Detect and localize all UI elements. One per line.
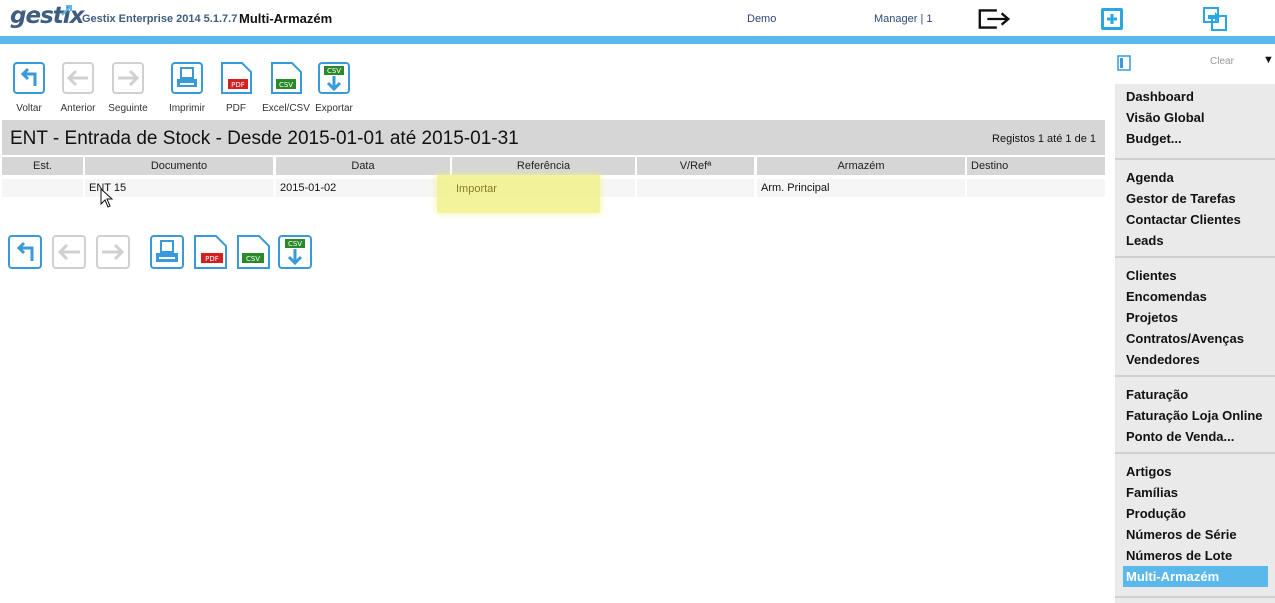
menu-group-sales: Clientes Encomendas Projetos Contratos/A… xyxy=(1115,256,1275,370)
previous-button[interactable]: Anterior xyxy=(54,62,102,114)
next-button[interactable]: Seguinte xyxy=(104,62,152,114)
sidebar-item-familias[interactable]: Famílias xyxy=(1115,482,1275,503)
sidebar-item-vendedores[interactable]: Vendedores xyxy=(1115,349,1275,370)
app-name: Gestix Enterprise 2014 5.1.7.7 xyxy=(82,13,238,25)
sidebar-item-dashboard[interactable]: Dashboard xyxy=(1115,86,1275,107)
menu-group-inventory: Artigos Famílias Produção Números de Sér… xyxy=(1115,452,1275,587)
next-arrow-icon[interactable] xyxy=(96,235,130,269)
column-header-armazem[interactable]: Armazém xyxy=(757,157,965,175)
svg-text:CSV: CSV xyxy=(279,81,293,89)
sidebar-item-producao[interactable]: Produção xyxy=(1115,503,1275,524)
menu-group-divider xyxy=(1115,596,1275,598)
menu-group-billing: Faturação Faturação Loja Online Ponto de… xyxy=(1115,375,1275,447)
svg-text:PDF: PDF xyxy=(205,255,219,263)
sidebar-item-projetos[interactable]: Projetos xyxy=(1115,307,1275,328)
cell-vref xyxy=(637,179,754,197)
report-title-bar: ENT - Entrada de Stock - Desde 2015-01-0… xyxy=(2,120,1105,155)
sidebar-item-encomendas[interactable]: Encomendas xyxy=(1115,286,1275,307)
header-accent-band xyxy=(0,36,1275,44)
column-header-est[interactable]: Est. xyxy=(2,157,83,175)
export-download-icon: CSV xyxy=(318,62,350,94)
mouse-pointer-icon xyxy=(100,188,114,208)
cell-armazem: Arm. Principal xyxy=(757,179,965,197)
column-header-referencia[interactable]: Referência xyxy=(452,157,635,175)
top-bar: gestix Gestix Enterprise 2014 5.1.7.7 Mu… xyxy=(0,0,1275,36)
svg-text:CSV: CSV xyxy=(246,255,260,263)
sidebar-item-multi-armazem[interactable]: Multi-Armazém xyxy=(1123,566,1268,587)
user-info[interactable]: Manager | 1 xyxy=(874,13,933,25)
csv-file-icon[interactable]: CSV xyxy=(236,235,270,269)
sidebar-item-leads[interactable]: Leads xyxy=(1115,230,1275,251)
export-button[interactable]: CSV Exportar xyxy=(310,62,358,114)
referencia-value: Importar xyxy=(456,183,497,195)
print-label: Imprimir xyxy=(168,103,206,114)
svg-text:CSV: CSV xyxy=(327,67,341,75)
new-window-icon[interactable] xyxy=(1094,5,1130,33)
cell-data: 2015-01-02 xyxy=(276,179,450,197)
sidebar-controls: Clear ▼ xyxy=(1115,52,1275,76)
excel-csv-label: Excel/CSV xyxy=(262,103,310,114)
next-label: Seguinte xyxy=(108,103,148,114)
panel-toggle-icon[interactable] xyxy=(1117,55,1131,71)
sidebar-item-numeros-lote[interactable]: Números de Lote xyxy=(1115,545,1275,566)
sidebar-item-agenda[interactable]: Agenda xyxy=(1115,167,1275,188)
sidebar-item-gestor-tarefas[interactable]: Gestor de Tarefas xyxy=(1115,188,1275,209)
previous-arrow-icon[interactable] xyxy=(52,235,86,269)
sidebar-item-visao-global[interactable]: Visão Global xyxy=(1115,107,1275,128)
back-arrow-icon xyxy=(13,62,45,94)
sidebar-item-ponto-venda[interactable]: Ponto de Venda... xyxy=(1115,426,1275,447)
menu-group-crm: Agenda Gestor de Tarefas Contactar Clien… xyxy=(1115,158,1275,251)
pdf-label: PDF xyxy=(226,103,246,114)
printer-icon[interactable] xyxy=(150,235,184,269)
print-button[interactable]: Imprimir xyxy=(163,62,211,114)
export-download-icon[interactable]: CSV xyxy=(278,235,312,269)
records-count: Registos 1 até 1 de 1 xyxy=(992,133,1096,145)
report-title: ENT - Entrada de Stock - Desde 2015-01-0… xyxy=(10,128,519,149)
sidebar-item-budget[interactable]: Budget... xyxy=(1115,128,1275,149)
pdf-file-icon: PDF xyxy=(221,62,252,94)
refresh-window-icon[interactable] xyxy=(1197,5,1233,33)
csv-file-icon: CSV xyxy=(271,62,302,94)
company-name[interactable]: Demo xyxy=(747,13,776,25)
chevron-down-icon[interactable]: ▼ xyxy=(1263,54,1274,66)
back-button[interactable]: Voltar xyxy=(5,62,53,114)
logo-arrow-icon xyxy=(61,5,72,16)
pdf-button[interactable]: PDF PDF xyxy=(212,62,260,114)
previous-arrow-icon xyxy=(62,62,94,94)
cell-est xyxy=(2,179,83,197)
column-header-destino[interactable]: Destino xyxy=(967,157,1105,175)
sidebar-item-contactar-clientes[interactable]: Contactar Clientes xyxy=(1115,209,1275,230)
printer-icon xyxy=(171,62,203,94)
module-name: Multi-Armazém xyxy=(239,11,333,26)
sidebar-item-clientes[interactable]: Clientes xyxy=(1115,265,1275,286)
column-header-vref[interactable]: V/Refª xyxy=(637,157,754,175)
sidebar-item-artigos[interactable]: Artigos xyxy=(1115,461,1275,482)
pdf-file-icon[interactable]: PDF xyxy=(193,235,227,269)
clear-button[interactable]: Clear xyxy=(1210,56,1234,67)
next-arrow-icon xyxy=(112,62,144,94)
sidebar-item-faturacao[interactable]: Faturação xyxy=(1115,384,1275,405)
svg-text:PDF: PDF xyxy=(231,81,245,89)
svg-text:CSV: CSV xyxy=(288,240,302,248)
cell-destino xyxy=(967,179,1105,197)
column-header-documento[interactable]: Documento xyxy=(85,157,273,175)
excel-csv-button[interactable]: CSV Excel/CSV xyxy=(262,62,310,114)
logout-icon[interactable] xyxy=(976,5,1012,33)
back-arrow-icon[interactable] xyxy=(8,235,42,269)
sidebar-menu: Dashboard Visão Global Budget... Agenda … xyxy=(1115,84,1275,603)
sidebar-item-contratos[interactable]: Contratos/Avenças xyxy=(1115,328,1275,349)
back-label: Voltar xyxy=(16,103,42,114)
column-header-data[interactable]: Data xyxy=(276,157,450,175)
export-label: Exportar xyxy=(315,103,353,114)
previous-label: Anterior xyxy=(60,103,96,114)
sidebar-item-faturacao-loja-online[interactable]: Faturação Loja Online xyxy=(1115,405,1275,426)
menu-group-overview: Dashboard Visão Global Budget... xyxy=(1115,86,1275,149)
sidebar-item-numeros-serie[interactable]: Números de Série xyxy=(1115,524,1275,545)
